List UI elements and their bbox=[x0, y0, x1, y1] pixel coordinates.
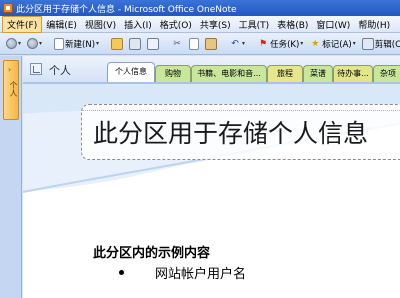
task-button-label: 任务(K) bbox=[270, 39, 300, 50]
cut-button[interactable]: ✂ bbox=[169, 35, 185, 53]
page-title[interactable]: 此分区用于存储个人信息 bbox=[93, 114, 368, 150]
tab-recipes[interactable]: 菜谱 bbox=[303, 65, 333, 82]
menu-view[interactable]: 视图(V) bbox=[81, 17, 120, 32]
paste-button[interactable] bbox=[203, 35, 219, 53]
menu-file[interactable]: 文件(F) bbox=[2, 15, 43, 33]
dropdown-arrow-icon: ▾ bbox=[352, 40, 356, 47]
notebook-tab-personal[interactable]: › 个人 bbox=[3, 60, 19, 120]
menu-format[interactable]: 格式(O) bbox=[156, 17, 196, 32]
notebook-icon bbox=[30, 63, 42, 75]
standard-toolbar: ▾ ▾ 新建(N) ▾ ✂ ↶ ▾ ⚑ 任务(K) ▾ ★ 标记(A) ▾ 剪辑(… bbox=[0, 33, 400, 55]
back-button[interactable]: ▾ bbox=[4, 35, 23, 53]
task-button[interactable]: ⚑ 任务(K) ▾ bbox=[255, 35, 305, 53]
open-button[interactable] bbox=[109, 35, 125, 53]
folder-icon bbox=[111, 37, 124, 50]
onenote-app-icon bbox=[3, 3, 13, 13]
container-handle[interactable] bbox=[82, 105, 400, 111]
copy-icon bbox=[189, 37, 200, 50]
dropdown-arrow-icon: ▾ bbox=[96, 40, 100, 47]
forward-arrow-icon bbox=[27, 38, 39, 49]
notebook-name: 个人 bbox=[49, 64, 71, 77]
new-button-label: 新建(N) bbox=[65, 39, 96, 50]
dropdown-arrow-icon: ▾ bbox=[300, 40, 304, 47]
undo-icon: ↶ bbox=[231, 38, 239, 49]
dropdown-arrow-icon: ▾ bbox=[18, 40, 22, 47]
dropdown-arrow-icon: ▾ bbox=[39, 40, 43, 47]
menu-bar: 文件(F) 编辑(E) 视图(V) 插入(I) 格式(O) 共享(S) 工具(T… bbox=[0, 15, 400, 33]
print-preview-button[interactable] bbox=[145, 35, 161, 53]
bullet-icon bbox=[119, 270, 124, 275]
undo-button[interactable]: ↶ ▾ bbox=[227, 35, 247, 53]
dropdown-arrow-icon: ▾ bbox=[242, 40, 246, 47]
new-page-icon bbox=[54, 37, 65, 50]
copy-button[interactable] bbox=[187, 35, 201, 53]
tab-trips[interactable]: 旅程 bbox=[267, 65, 303, 82]
page-canvas[interactable]: 此分区用于存储个人信息 此分区内的示例内容 网站帐户用户名 bbox=[23, 82, 400, 298]
clip-icon bbox=[361, 37, 374, 50]
tag-button[interactable]: ★ 标记(A) ▾ bbox=[307, 35, 357, 53]
tab-shopping[interactable]: 购物 bbox=[155, 65, 191, 82]
section-tabs: 个人信息 购物 书籍、电影和音... 旅程 菜谱 待办事... 杂项 bbox=[103, 62, 400, 82]
tab-books-movies[interactable]: 书籍、电影和音... bbox=[191, 65, 267, 82]
clip-button[interactable]: 剪辑(C) bbox=[360, 35, 400, 53]
flag-icon: ⚑ bbox=[259, 38, 268, 49]
notebook-navigation-pane: › 个人 bbox=[0, 56, 22, 298]
window-title: 此分区用于存储个人信息 - Microsoft Office OneNote bbox=[16, 4, 237, 15]
menu-tools[interactable]: 工具(T) bbox=[235, 17, 274, 32]
print-preview-icon bbox=[147, 37, 160, 50]
menu-share[interactable]: 共享(S) bbox=[196, 17, 235, 32]
back-arrow-icon bbox=[6, 38, 17, 49]
menu-edit[interactable]: 编辑(E) bbox=[42, 17, 81, 32]
forward-button[interactable]: ▾ bbox=[25, 35, 44, 53]
tab-todo[interactable]: 待办事... bbox=[333, 65, 373, 82]
printer-icon bbox=[129, 37, 142, 50]
clip-button-label: 剪辑(C) bbox=[374, 39, 400, 50]
notebook-tab-label: 个人 bbox=[9, 81, 18, 97]
clipboard-icon bbox=[205, 37, 218, 50]
title-bar: 此分区用于存储个人信息 - Microsoft Office OneNote bbox=[0, 0, 400, 16]
expand-arrow-icon[interactable]: › bbox=[8, 65, 11, 74]
star-tag-icon: ★ bbox=[311, 38, 320, 49]
scissors-icon: ✂ bbox=[173, 38, 181, 49]
menu-help[interactable]: 帮助(H) bbox=[354, 17, 394, 32]
content-heading[interactable]: 此分区内的示例内容 bbox=[93, 242, 210, 261]
new-button[interactable]: 新建(N) ▾ bbox=[52, 35, 101, 53]
tag-button-label: 标记(A) bbox=[322, 39, 352, 50]
tab-misc[interactable]: 杂项 bbox=[373, 65, 400, 82]
menu-insert[interactable]: 插入(I) bbox=[120, 17, 156, 32]
menu-table[interactable]: 表格(B) bbox=[273, 17, 312, 32]
print-button[interactable] bbox=[127, 35, 143, 53]
menu-window[interactable]: 窗口(W) bbox=[312, 17, 354, 32]
tab-personal-info[interactable]: 个人信息 bbox=[107, 62, 155, 82]
list-item[interactable]: 网站帐户用户名 bbox=[155, 263, 246, 282]
